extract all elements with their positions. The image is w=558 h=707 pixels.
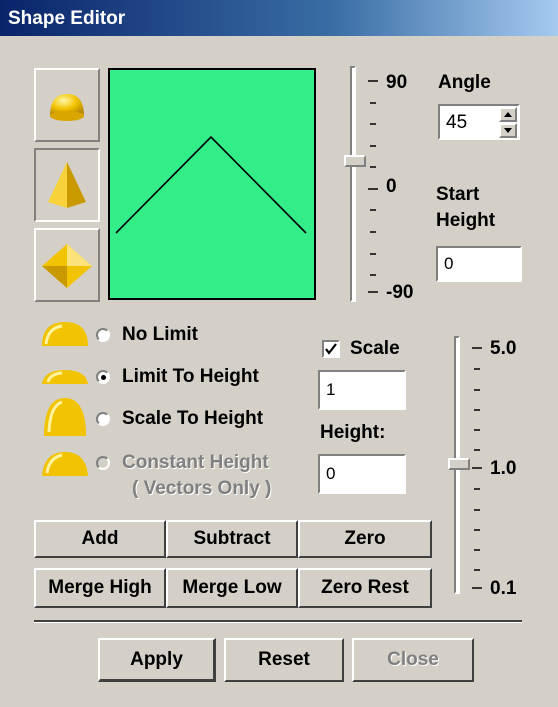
height-value[interactable]: 0 (320, 456, 404, 484)
no-limit-dome-icon (42, 322, 88, 346)
shape-preview (108, 68, 316, 300)
constant-height-sublabel: ( Vectors Only ) (132, 478, 272, 499)
subtract-button[interactable]: Subtract (166, 520, 298, 558)
angle-label: Angle (438, 72, 491, 93)
scale-input[interactable]: 1 (318, 370, 406, 410)
dome-shape-icon (50, 94, 84, 121)
scale-to-height-radio[interactable] (96, 412, 110, 426)
limit-to-height-dome-icon (42, 370, 88, 384)
height-input[interactable]: 0 (318, 454, 406, 494)
profile-line (115, 135, 307, 234)
scale-to-height-dome-icon (44, 398, 86, 436)
zero-button[interactable]: Zero (298, 520, 432, 558)
limit-to-height-label[interactable]: Limit To Height (122, 366, 259, 388)
constant-height-dome-icon (42, 452, 88, 476)
start-height-input[interactable]: 0 (436, 246, 522, 282)
pyramid-shape-button[interactable] (34, 148, 100, 222)
dome-shape-button[interactable] (34, 68, 100, 142)
angle-slider-track (350, 66, 356, 302)
merge-low-button[interactable]: Merge Low (166, 568, 298, 608)
no-limit-radio[interactable] (96, 328, 110, 342)
start-height-value[interactable]: 0 (438, 248, 520, 274)
scale-label[interactable]: Scale (350, 338, 400, 360)
scale-checkbox[interactable] (322, 340, 340, 358)
reset-button[interactable]: Reset (224, 638, 344, 682)
arrow-down-icon (504, 128, 512, 133)
angle-mid-label: 0 (386, 176, 397, 197)
constant-height-radio[interactable] (96, 456, 110, 470)
scale-to-height-label[interactable]: Scale To Height (122, 408, 263, 430)
height-label: Height: (320, 422, 386, 443)
add-button[interactable]: Add (34, 520, 166, 558)
angle-spinner[interactable]: 45 (438, 104, 520, 140)
window-title: Shape Editor (8, 8, 126, 29)
start-height-label-line1: Start (436, 184, 480, 205)
checkmark-icon (325, 343, 337, 355)
no-limit-label[interactable]: No Limit (122, 324, 198, 346)
angle-up-button[interactable] (499, 107, 517, 122)
pyramid-shape-icon (48, 162, 86, 208)
angle-min-label: -90 (386, 282, 414, 303)
dialog-body: 90 0 -90 Angle 45 Start Height 0 No Limi… (0, 36, 558, 703)
apply-button[interactable]: Apply (98, 638, 216, 682)
constant-height-label[interactable]: Constant Height (122, 452, 269, 474)
scale-slider-thumb[interactable] (448, 458, 470, 470)
close-button[interactable]: Close (352, 638, 474, 682)
angle-max-label: 90 (386, 72, 408, 93)
scale-max-label: 5.0 (490, 338, 517, 359)
merge-high-button[interactable]: Merge High (34, 568, 166, 608)
diamond-shape-button[interactable] (34, 228, 100, 302)
zero-rest-button[interactable]: Zero Rest (298, 568, 432, 608)
separator (34, 620, 522, 623)
scale-value[interactable]: 1 (320, 372, 404, 400)
angle-down-button[interactable] (499, 123, 517, 138)
scale-min-label: 0.1 (490, 578, 517, 599)
angle-slider-thumb[interactable] (344, 155, 366, 167)
start-height-label-line2: Height (436, 210, 496, 231)
angle-slider-ticks (368, 80, 378, 293)
scale-mid-label: 1.0 (490, 458, 517, 479)
arrow-up-icon (504, 112, 512, 117)
limit-to-height-radio[interactable] (96, 370, 110, 384)
title-bar: Shape Editor (0, 0, 558, 36)
scale-slider-ticks (472, 347, 482, 589)
diamond-shape-icon (42, 244, 92, 288)
